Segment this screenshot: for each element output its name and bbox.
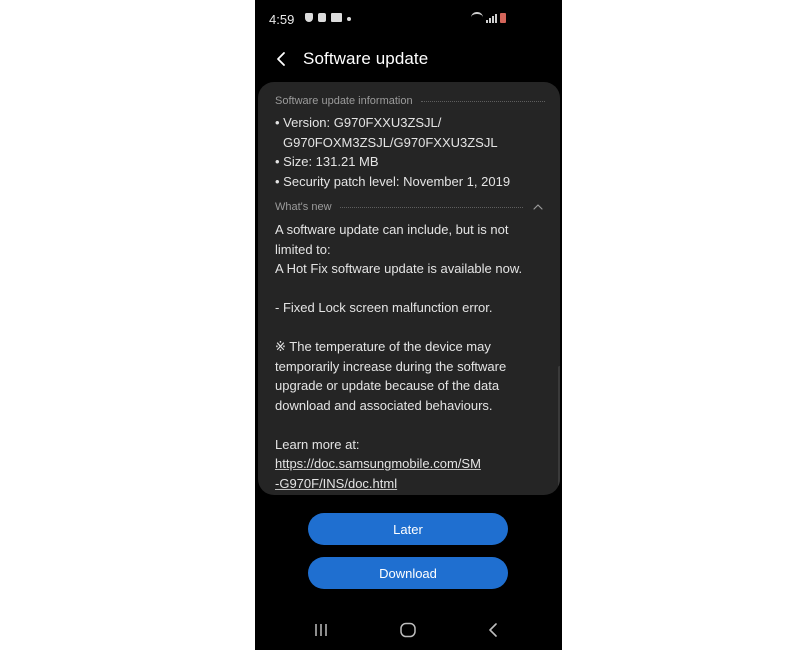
back-nav-icon[interactable] (485, 621, 501, 639)
whats-new-line: ※ The temperature of the device may (275, 339, 491, 354)
shield-icon (305, 13, 313, 22)
info-section-header: Software update information (275, 92, 545, 110)
app-header: Software update (255, 40, 562, 80)
battery-icon (500, 13, 506, 23)
gallery-icon (331, 13, 342, 22)
signal-icon (486, 14, 497, 23)
learn-more-label: Learn more at: (275, 436, 360, 452)
whats-new-line: limited to: (275, 241, 331, 257)
whats-new-header[interactable]: What's new (275, 198, 545, 216)
phone-screen: 4:59 Software update Software update inf… (255, 0, 562, 650)
whats-new-title: What's new (275, 201, 332, 213)
whats-new-line: download and associated behaviours. (275, 397, 493, 413)
page-title: Software update (303, 49, 429, 68)
version-line-continued: G970FOXM3ZSJL/G970FXXU3ZSJL (283, 134, 498, 150)
later-button[interactable]: Later (308, 513, 508, 545)
status-bar: 4:59 (255, 0, 562, 40)
whats-new-line: A software update can include, but is no… (275, 222, 509, 237)
section-divider (339, 207, 523, 208)
info-section-title: Software update information (275, 95, 413, 107)
accessibility-icon (318, 13, 326, 22)
notification-icons (305, 13, 351, 22)
system-icons (471, 12, 506, 23)
navigation-bar (255, 610, 562, 650)
home-icon[interactable] (399, 622, 417, 638)
whats-new-line: - Fixed Lock screen malfunction error. (275, 300, 493, 315)
chevron-up-icon[interactable] (533, 202, 543, 212)
security-patch-line: • Security patch level: November 1, 2019 (275, 173, 511, 189)
update-details-content: Software update information • Version: G… (275, 92, 545, 493)
whats-new-line: A Hot Fix software update is available n… (275, 261, 523, 276)
more-notifications-icon (347, 17, 351, 21)
version-line: • Version: G970FXXU3ZSJL/ (275, 115, 442, 130)
chevron-left-icon[interactable] (273, 50, 291, 68)
whats-new-line: upgrade or update because of the data (275, 378, 500, 393)
status-time: 4:59 (269, 12, 295, 27)
learn-more-link[interactable]: https://doc.samsungmobile.com/SM (275, 454, 545, 474)
wifi-icon (471, 12, 483, 23)
scrollbar-thumb[interactable] (558, 366, 560, 486)
update-details-card[interactable]: Software update information • Version: G… (258, 82, 560, 495)
learn-more-link-continued[interactable]: -G970F/INS/doc.html (275, 474, 545, 494)
section-divider (420, 101, 545, 102)
size-line: • Size: 131.21 MB (275, 154, 379, 169)
recents-icon[interactable] (313, 622, 329, 638)
download-button[interactable]: Download (308, 557, 508, 589)
whats-new-line: temporarily increase during the software (275, 358, 507, 374)
